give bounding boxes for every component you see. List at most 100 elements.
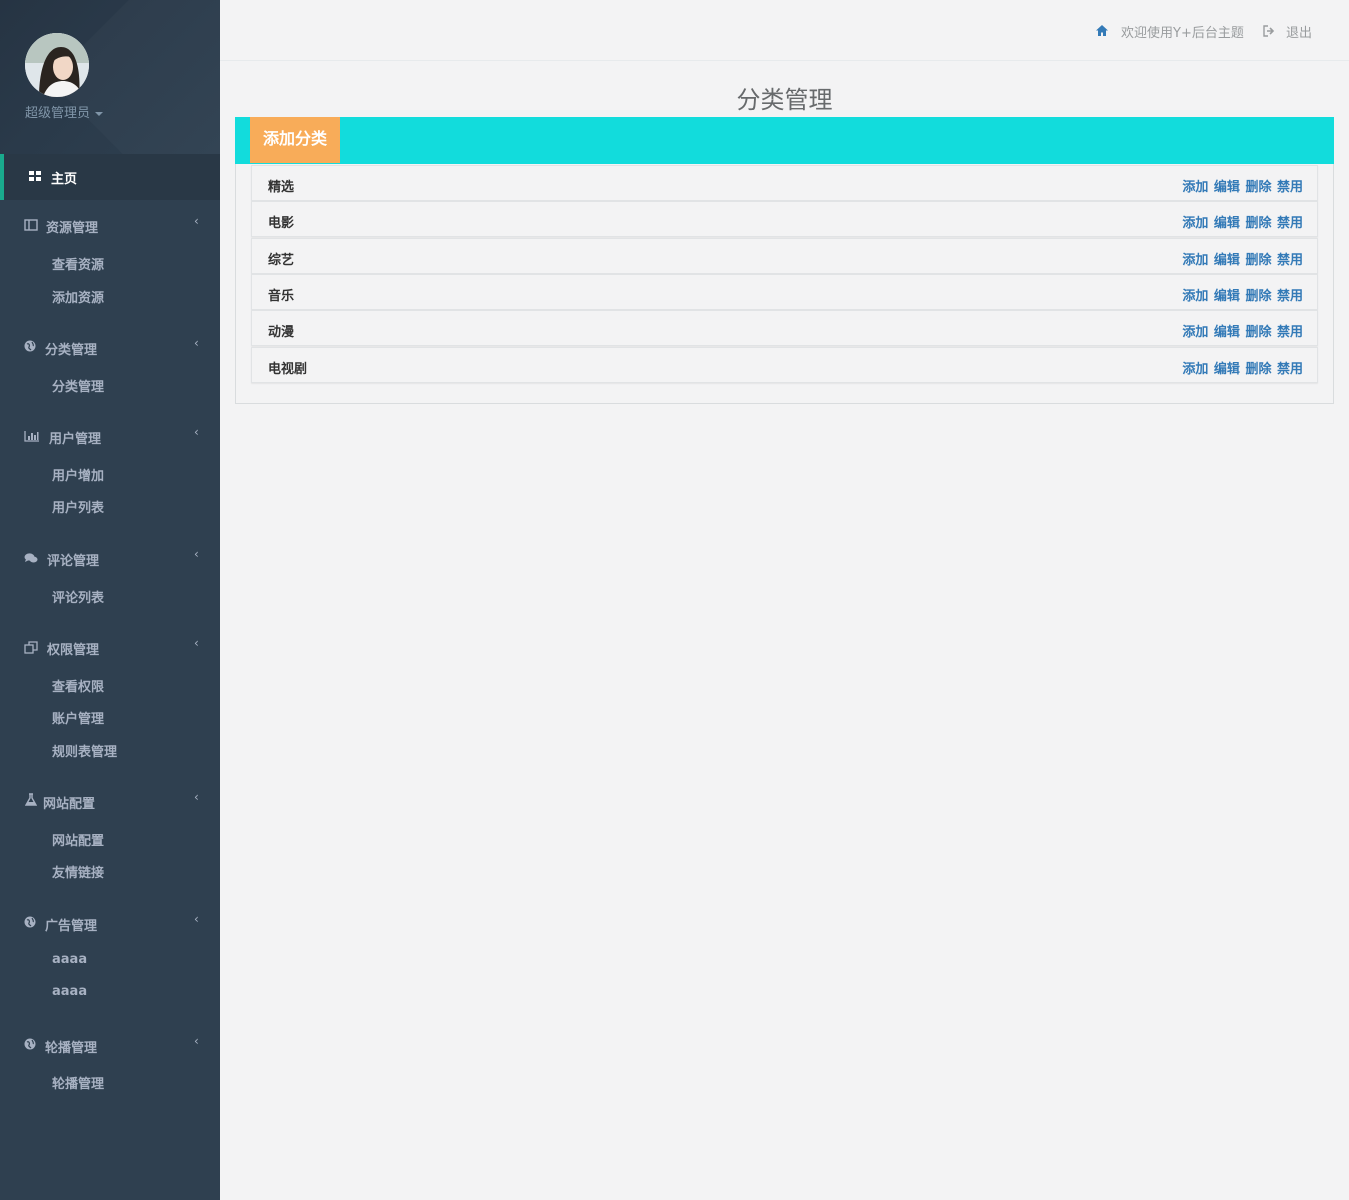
add-link[interactable]: 添加 — [1182, 289, 1208, 304]
chevron-left-icon: ‹ — [194, 636, 199, 650]
globe-icon — [24, 340, 36, 352]
admin-dropdown[interactable]: 超级管理员 — [25, 102, 104, 121]
category-name: 电视剧 — [268, 362, 308, 377]
add-link[interactable]: 添加 — [1182, 253, 1208, 268]
sidebar-group-comments[interactable]: 评论管理 ‹ — [0, 536, 220, 576]
category-row: 电视剧 添加 编辑 删除 禁用 — [251, 347, 1318, 383]
sidebar-group-carousel[interactable]: 轮播管理 ‹ — [0, 1023, 220, 1063]
category-panel: 添加分类 精选 添加 编辑 删除 禁用 电影 添加 编辑 删除 禁用 综艺 添加… — [235, 117, 1334, 404]
edit-link[interactable]: 编辑 — [1214, 253, 1240, 268]
category-name: 精选 — [268, 180, 295, 195]
sidebar-group-site-config[interactable]: 网站配置 ‹ — [0, 779, 220, 819]
logout-link[interactable]: 退出 — [1286, 22, 1312, 41]
disable-link[interactable]: 禁用 — [1277, 289, 1303, 304]
sidebar-group-ads[interactable]: 广告管理 ‹ — [0, 901, 220, 941]
page-title: 分类管理 — [736, 86, 833, 114]
chevron-left-icon: ‹ — [194, 790, 199, 804]
category-name: 音乐 — [268, 289, 295, 304]
sidebar-item-category-manage[interactable]: 分类管理 — [52, 376, 104, 395]
sidebar-item-ad[interactable]: aaaa — [52, 952, 87, 967]
comments-icon — [24, 553, 38, 563]
home-icon — [1096, 25, 1108, 36]
category-name: 电影 — [268, 216, 295, 231]
globe-icon — [24, 916, 36, 928]
sidebar-group-label: 轮播管理 — [45, 1041, 98, 1056]
sidebar-item-view-permissions[interactable]: 查看权限 — [52, 676, 104, 695]
delete-link[interactable]: 删除 — [1245, 362, 1271, 377]
sidebar-item-add-resource[interactable]: 添加资源 — [52, 287, 104, 306]
chevron-left-icon: ‹ — [194, 425, 199, 439]
globe-icon — [24, 1038, 36, 1050]
sidebar-item-carousel-manage[interactable]: 轮播管理 — [52, 1073, 104, 1092]
add-link[interactable]: 添加 — [1182, 362, 1208, 377]
disable-link[interactable]: 禁用 — [1277, 362, 1303, 377]
top-navbar: 欢迎使用Y+后台主题 退出 — [220, 0, 1349, 61]
disable-link[interactable]: 禁用 — [1277, 253, 1303, 268]
chevron-left-icon: ‹ — [194, 547, 199, 561]
category-row: 音乐 添加 编辑 删除 禁用 — [251, 274, 1318, 310]
add-link[interactable]: 添加 — [1182, 180, 1208, 195]
sidebar-item-user-add[interactable]: 用户增加 — [52, 465, 104, 484]
avatar[interactable] — [25, 33, 89, 97]
sidebar-item-rule-table[interactable]: 规则表管理 — [52, 741, 117, 760]
copy-icon — [24, 641, 38, 654]
category-name: 动漫 — [268, 325, 295, 340]
columns-icon — [24, 219, 38, 231]
row-actions: 添加 编辑 删除 禁用 — [1181, 176, 1303, 195]
sidebar-group-permissions[interactable]: 权限管理 ‹ — [0, 625, 220, 665]
edit-link[interactable]: 编辑 — [1214, 325, 1240, 340]
delete-link[interactable]: 删除 — [1245, 180, 1271, 195]
sidebar-group-resources[interactable]: 资源管理 ‹ — [0, 203, 220, 243]
delete-link[interactable]: 删除 — [1245, 325, 1271, 340]
sidebar-item-ad[interactable]: aaaa — [52, 984, 87, 999]
add-link[interactable]: 添加 — [1182, 216, 1208, 231]
sidebar-item-home[interactable]: 主页 — [0, 154, 220, 200]
delete-link[interactable]: 删除 — [1245, 216, 1271, 231]
chevron-left-icon: ‹ — [194, 1034, 199, 1048]
delete-link[interactable]: 删除 — [1245, 289, 1271, 304]
caret-down-icon — [95, 111, 104, 116]
sidebar-item-site-config[interactable]: 网站配置 — [52, 830, 104, 849]
sidebar-group-label: 权限管理 — [47, 643, 100, 658]
sidebar-item-friend-links[interactable]: 友情链接 — [52, 862, 104, 881]
welcome-text: 欢迎使用Y+后台主题 — [1121, 26, 1244, 41]
row-actions: 添加 编辑 删除 禁用 — [1181, 358, 1303, 377]
bar-chart-icon — [24, 431, 39, 442]
sidebar-item-view-resources[interactable]: 查看资源 — [52, 254, 104, 273]
delete-link[interactable]: 删除 — [1245, 253, 1271, 268]
chevron-left-icon: ‹ — [194, 336, 199, 350]
disable-link[interactable]: 禁用 — [1277, 216, 1303, 231]
admin-name: 超级管理员 — [25, 106, 91, 121]
edit-link[interactable]: 编辑 — [1214, 289, 1240, 304]
disable-link[interactable]: 禁用 — [1277, 325, 1303, 340]
sidebar-group-label: 广告管理 — [45, 919, 98, 934]
category-row: 电影 添加 编辑 删除 禁用 — [251, 201, 1318, 237]
category-row: 综艺 添加 编辑 删除 禁用 — [251, 238, 1318, 274]
sign-out-icon — [1263, 25, 1275, 37]
sidebar-item-account-manage[interactable]: 账户管理 — [52, 708, 104, 727]
sidebar-group-label: 分类管理 — [45, 343, 98, 358]
sidebar-group-label: 评论管理 — [47, 554, 100, 569]
add-link[interactable]: 添加 — [1182, 325, 1208, 340]
chevron-left-icon: ‹ — [194, 214, 199, 228]
add-category-button[interactable]: 添加分类 — [250, 117, 340, 163]
chevron-left-icon: ‹ — [194, 912, 199, 926]
disable-link[interactable]: 禁用 — [1277, 180, 1303, 195]
profile-area: 超级管理员 — [0, 0, 220, 154]
category-row: 精选 添加 编辑 删除 禁用 — [251, 165, 1318, 201]
dashboard-icon — [29, 171, 41, 181]
row-actions: 添加 编辑 删除 禁用 — [1181, 321, 1303, 340]
sidebar-item-comment-list[interactable]: 评论列表 — [52, 587, 104, 606]
edit-link[interactable]: 编辑 — [1214, 362, 1240, 377]
sidebar-group-users[interactable]: 用户管理 ‹ — [0, 414, 220, 454]
sidebar-group-label: 资源管理 — [46, 221, 99, 236]
edit-link[interactable]: 编辑 — [1214, 180, 1240, 195]
sidebar-group-label: 网站配置 — [43, 797, 96, 812]
sidebar-group-label: 用户管理 — [49, 432, 102, 447]
row-actions: 添加 编辑 删除 禁用 — [1181, 249, 1303, 268]
sidebar-item-label: 主页 — [51, 172, 78, 187]
edit-link[interactable]: 编辑 — [1214, 216, 1240, 231]
sidebar-group-categories[interactable]: 分类管理 ‹ — [0, 325, 220, 365]
category-row: 动漫 添加 编辑 删除 禁用 — [251, 310, 1318, 346]
sidebar-item-user-list[interactable]: 用户列表 — [52, 497, 104, 516]
